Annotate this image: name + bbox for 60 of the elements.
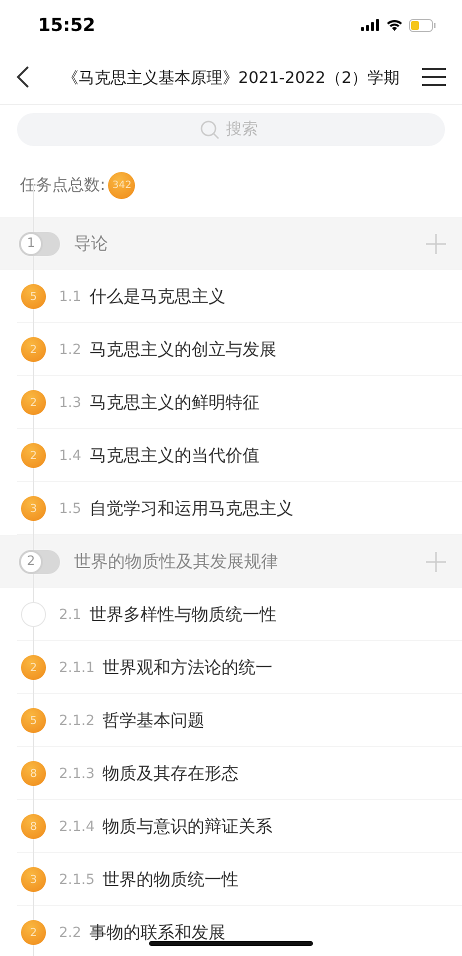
- lesson-row[interactable]: 8 2.1.4 物质与意识的辩证关系: [0, 800, 462, 853]
- task-count-badge: 342: [108, 172, 136, 199]
- lesson-row[interactable]: 3 1.5 自觉学习和运用马克思主义: [0, 482, 462, 535]
- lesson-index: 1.5: [59, 500, 82, 516]
- empty-circle-icon: [21, 602, 46, 627]
- lesson-index: 2.1.1: [59, 660, 95, 676]
- lesson-title: 物质及其存在形态: [102, 763, 239, 785]
- lesson-index: 2.1.2: [59, 712, 95, 728]
- lesson-index: 2.1: [59, 606, 82, 622]
- lesson-title: 世界多样性与物质统一性: [89, 604, 276, 626]
- lesson-title: 哲学基本问题: [102, 710, 205, 732]
- lesson-row[interactable]: 2 1.3 马克思主义的鲜明特征: [0, 376, 462, 429]
- task-badge: 8: [21, 814, 46, 839]
- lesson-index: 2.1.3: [59, 766, 95, 782]
- lesson-row[interactable]: 2 1.4 马克思主义的当代价值: [0, 429, 462, 482]
- menu-button[interactable]: [422, 68, 446, 86]
- lesson-title: 马克思主义的当代价值: [89, 445, 260, 467]
- back-button[interactable]: [16, 65, 30, 89]
- lesson-title: 马克思主义的鲜明特征: [89, 392, 260, 414]
- task-total-label: 任务点总数:: [20, 175, 106, 196]
- task-badge: 2: [21, 655, 46, 680]
- lesson-title: 世界的物质统一性: [102, 869, 239, 891]
- lesson-title: 马克思主义的创立与发展: [89, 339, 276, 361]
- search-icon: [200, 120, 220, 140]
- lesson-title: 世界观和方法论的统一: [102, 657, 273, 679]
- page-title: 《马克思主义基本原理》2021-2022（2）学期: [61, 66, 401, 88]
- task-badge: 5: [21, 708, 46, 733]
- lesson-row[interactable]: 2 2.1.1 世界观和方法论的统一: [0, 641, 462, 694]
- lesson-index: 2.1.4: [59, 818, 95, 834]
- signal-icon: [361, 19, 380, 31]
- task-badge: 2: [21, 920, 46, 945]
- wifi-icon: [386, 19, 403, 31]
- lesson-row[interactable]: 5 2.1.2 哲学基本问题: [0, 694, 462, 747]
- lesson-index: 1.4: [59, 448, 82, 464]
- lesson-row[interactable]: 8 2.1.3 物质及其存在形态: [0, 747, 462, 800]
- task-badge: 5: [21, 284, 46, 309]
- chapter-title: 导论: [74, 233, 109, 255]
- lesson-index: 2.2: [59, 924, 82, 940]
- search-field[interactable]: 搜索: [17, 113, 445, 146]
- lesson-index: 2.1.5: [59, 872, 95, 888]
- task-badge: 2: [21, 390, 46, 415]
- status-time: 15:52: [38, 14, 96, 36]
- lesson-title: 物质与意识的辩证关系: [102, 816, 273, 838]
- task-badge: 2: [21, 443, 46, 468]
- lesson-title: 事物的联系和发展: [89, 922, 226, 944]
- lesson-row[interactable]: 2.1 世界多样性与物质统一性: [0, 588, 462, 641]
- lesson-row[interactable]: 2 1.2 马克思主义的创立与发展: [0, 323, 462, 376]
- lesson-index: 1.2: [59, 342, 82, 358]
- lesson-index: 1.1: [59, 288, 82, 304]
- lesson-title: 自觉学习和运用马克思主义: [89, 498, 294, 520]
- task-badge: 3: [21, 496, 46, 521]
- lesson-index: 1.3: [59, 394, 82, 410]
- lesson-title: 什么是马克思主义: [89, 286, 226, 308]
- lesson-row[interactable]: 3 2.1.5 世界的物质统一性: [0, 853, 462, 906]
- lesson-row[interactable]: 5 1.1 什么是马克思主义: [0, 270, 462, 323]
- task-badge: 8: [21, 761, 46, 786]
- chapter-title: 世界的物质性及其发展规律: [74, 551, 279, 573]
- battery-icon: [409, 18, 436, 32]
- task-badge: 2: [21, 337, 46, 362]
- task-badge: 3: [21, 867, 46, 892]
